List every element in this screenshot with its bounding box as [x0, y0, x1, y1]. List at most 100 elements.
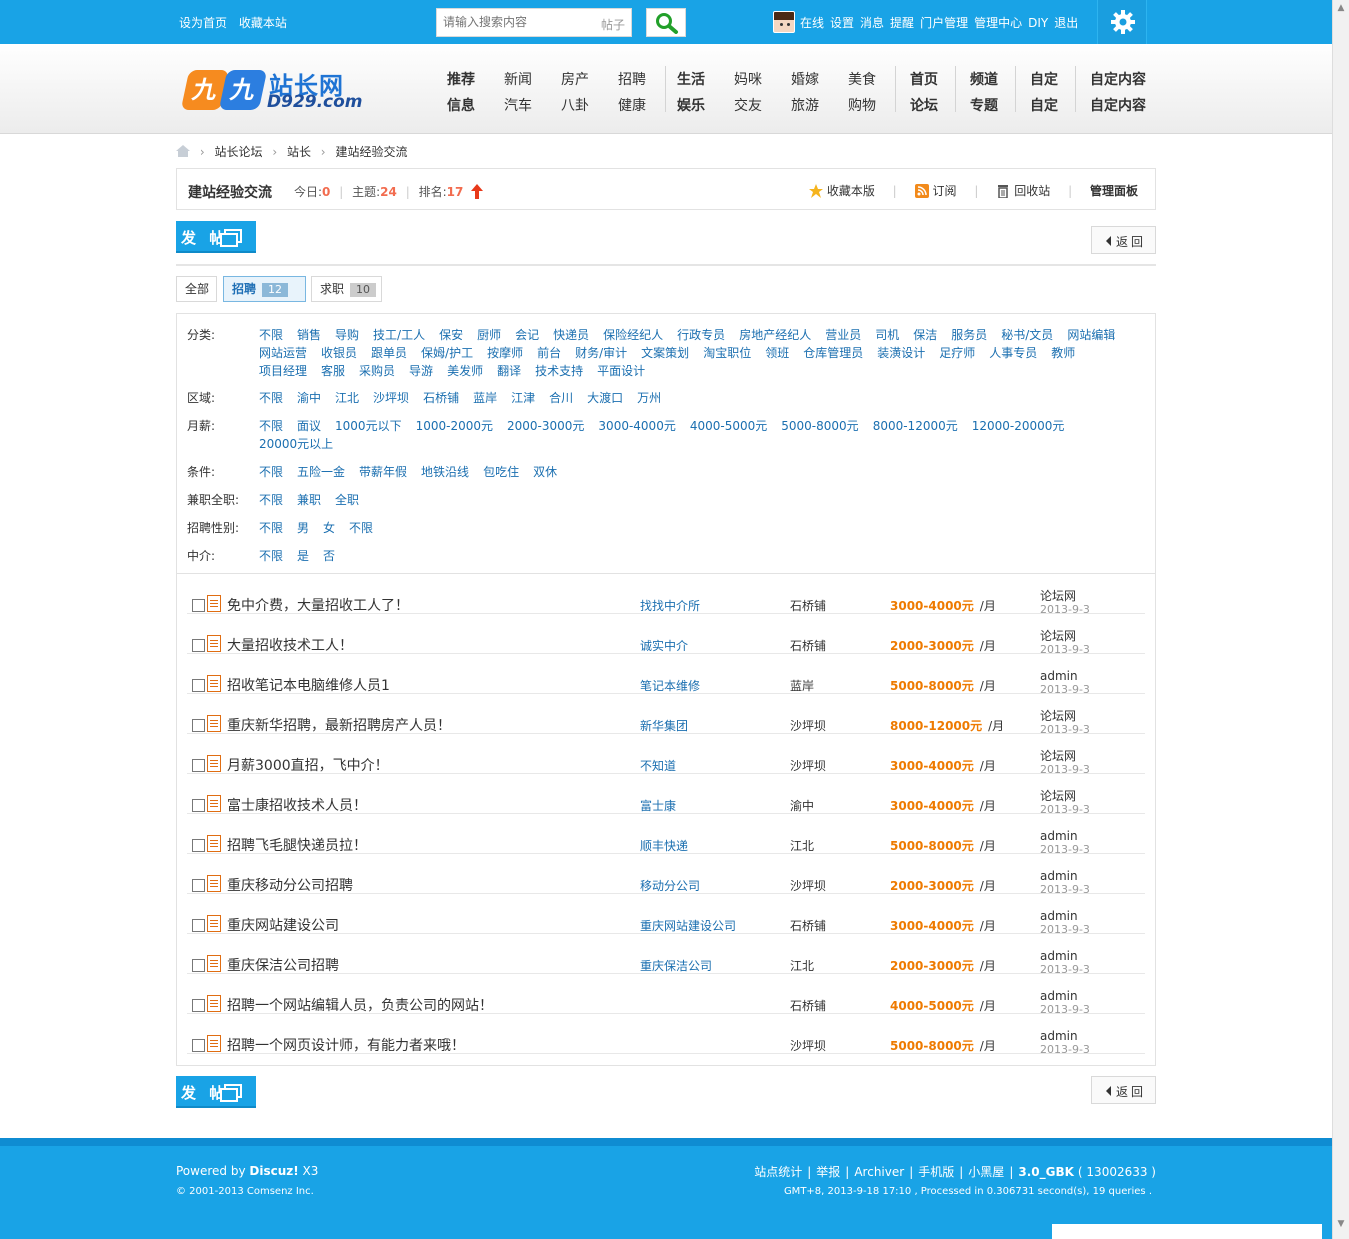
filter-option[interactable]: 5000-8000元 [781, 417, 858, 435]
thread-checkbox[interactable] [192, 959, 205, 972]
thread-company-link[interactable]: 顺丰快递 [640, 837, 688, 854]
vertical-scrollbar[interactable]: ▲ ▼ [1332, 0, 1349, 1239]
filter-option[interactable]: 教师 [1051, 344, 1075, 362]
author-link[interactable]: 论坛网 [1040, 709, 1076, 723]
filter-option[interactable]: 领班 [765, 344, 789, 362]
filter-option[interactable]: 足疗师 [939, 344, 975, 362]
footer-link[interactable]: 手机版 [918, 1165, 954, 1179]
author-link[interactable]: admin [1040, 909, 1078, 923]
nav-item[interactable]: 房产 [561, 67, 589, 93]
filter-option[interactable]: 不限 [259, 547, 283, 565]
thread-checkbox[interactable] [192, 759, 205, 772]
nav-item[interactable]: 自定内容 [1090, 67, 1146, 93]
avatar[interactable] [773, 11, 795, 33]
tab-jobseek[interactable]: 求职 10 [311, 276, 382, 302]
tab-recruit[interactable]: 招聘 12 [223, 276, 306, 302]
thread-checkbox[interactable] [192, 599, 205, 612]
thread-company-link[interactable]: 移动分公司 [640, 877, 700, 894]
filter-option[interactable]: 男 [297, 519, 309, 537]
filter-option[interactable]: 双休 [533, 463, 557, 481]
site-logo[interactable]: 九 九 站长网 D929.com [180, 64, 371, 114]
nav-item[interactable]: 招聘 [618, 67, 646, 93]
nav-item[interactable]: 频道 [970, 67, 998, 93]
nav-item[interactable]: 美食 [848, 67, 876, 93]
thread-subject-link[interactable]: 重庆保洁公司招聘 [227, 955, 339, 975]
filter-option[interactable]: 女 [323, 519, 335, 537]
nav-item[interactable]: 自定 [1030, 93, 1058, 119]
thread-checkbox[interactable] [192, 639, 205, 652]
breadcrumb-item[interactable]: 站长 [287, 145, 311, 159]
user-nav-link[interactable]: 门户管理 [920, 16, 968, 30]
filter-option[interactable]: 保洁 [913, 326, 937, 344]
filter-option[interactable]: 美发师 [447, 362, 483, 380]
nav-item[interactable]: 论坛 [910, 93, 938, 119]
author-link[interactable]: admin [1040, 989, 1078, 1003]
user-nav-link[interactable]: 设置 [830, 16, 854, 30]
bookmark-site-link[interactable]: 收藏本站 [239, 16, 287, 30]
thread-subject-link[interactable]: 月薪3000直招，飞中介！ [227, 755, 389, 775]
thread-subject-link[interactable]: 大量招收技术工人！ [227, 635, 353, 655]
thread-subject-link[interactable]: 重庆网站建设公司 [227, 915, 339, 935]
filter-option[interactable]: 不限 [259, 463, 283, 481]
filter-option[interactable]: 带薪年假 [359, 463, 407, 481]
filter-option[interactable]: 保险经纪人 [603, 326, 663, 344]
nav-item[interactable]: 汽车 [504, 93, 532, 119]
nav-item[interactable]: 推荐 [447, 67, 475, 93]
thread-checkbox[interactable] [192, 999, 205, 1012]
tab-all[interactable]: 全部 [176, 276, 217, 302]
breadcrumb-item[interactable]: 建站经验交流 [335, 145, 407, 159]
thread-company-link[interactable]: 诚实中介 [640, 637, 688, 654]
filter-option[interactable]: 不限 [259, 491, 283, 509]
nav-item[interactable]: 新闻 [504, 67, 532, 93]
filter-option[interactable]: 收银员 [321, 344, 357, 362]
filter-option[interactable]: 20000元以上 [259, 435, 333, 453]
filter-option[interactable]: 导游 [409, 362, 433, 380]
filter-option[interactable]: 网站运营 [259, 344, 307, 362]
filter-option[interactable]: 客服 [321, 362, 345, 380]
nav-item[interactable]: 专题 [970, 93, 998, 119]
filter-option[interactable]: 五险一金 [297, 463, 345, 481]
thread-subject-link[interactable]: 招聘一个网站编辑人员，负责公司的网站！ [227, 995, 493, 1015]
thread-checkbox[interactable] [192, 1039, 205, 1052]
author-link[interactable]: admin [1040, 869, 1078, 883]
thread-company-link[interactable]: 新华集团 [640, 717, 688, 734]
user-nav-link[interactable]: 退出 [1054, 16, 1078, 30]
thread-subject-link[interactable]: 富士康招收技术人员！ [227, 795, 367, 815]
author-link[interactable]: admin [1040, 949, 1078, 963]
favorite-forum-button[interactable]: 收藏本版 [808, 184, 875, 198]
filter-option[interactable]: 装潢设计 [877, 344, 925, 362]
author-link[interactable]: admin [1040, 829, 1078, 843]
thread-company-link[interactable]: 不知道 [640, 757, 676, 774]
filter-option[interactable]: 房地产经纪人 [739, 326, 811, 344]
back-button[interactable]: 返回 [1091, 226, 1156, 254]
filter-option[interactable]: 导购 [335, 326, 359, 344]
settings-button[interactable] [1097, 0, 1147, 44]
filter-option[interactable]: 石桥铺 [423, 389, 459, 407]
filter-option[interactable]: 销售 [297, 326, 321, 344]
filter-option[interactable]: 服务员 [951, 326, 987, 344]
nav-item[interactable]: 生活 [677, 67, 705, 93]
author-link[interactable]: 论坛网 [1040, 589, 1076, 603]
thread-company-link[interactable]: 富士康 [640, 797, 676, 814]
home-icon[interactable] [176, 145, 190, 157]
search-scope-select[interactable]: 帖子 [601, 16, 625, 33]
filter-option[interactable]: 行政专员 [677, 326, 725, 344]
filter-option[interactable]: 兼职 [297, 491, 321, 509]
filter-option[interactable]: 技术支持 [535, 362, 583, 380]
filter-option[interactable]: 营业员 [825, 326, 861, 344]
filter-option[interactable]: 江津 [511, 389, 535, 407]
footer-link[interactable]: 站点统计 [754, 1165, 802, 1179]
author-link[interactable]: 论坛网 [1040, 629, 1076, 643]
author-link[interactable]: 论坛网 [1040, 749, 1076, 763]
nav-item[interactable]: 妈咪 [734, 67, 762, 93]
footer-link[interactable]: 举报 [816, 1165, 840, 1179]
powered-brand-link[interactable]: Discuz! [249, 1164, 298, 1178]
filter-option[interactable]: 地铁沿线 [421, 463, 469, 481]
thread-subject-link[interactable]: 招聘飞毛腿快递员拉！ [227, 835, 367, 855]
author-link[interactable]: 论坛网 [1040, 789, 1076, 803]
filter-option[interactable]: 前台 [537, 344, 561, 362]
filter-option[interactable]: 不限 [349, 519, 373, 537]
nav-item[interactable]: 娱乐 [677, 93, 705, 119]
filter-option[interactable]: 人事专员 [989, 344, 1037, 362]
filter-option[interactable]: 1000-2000元 [416, 417, 493, 435]
